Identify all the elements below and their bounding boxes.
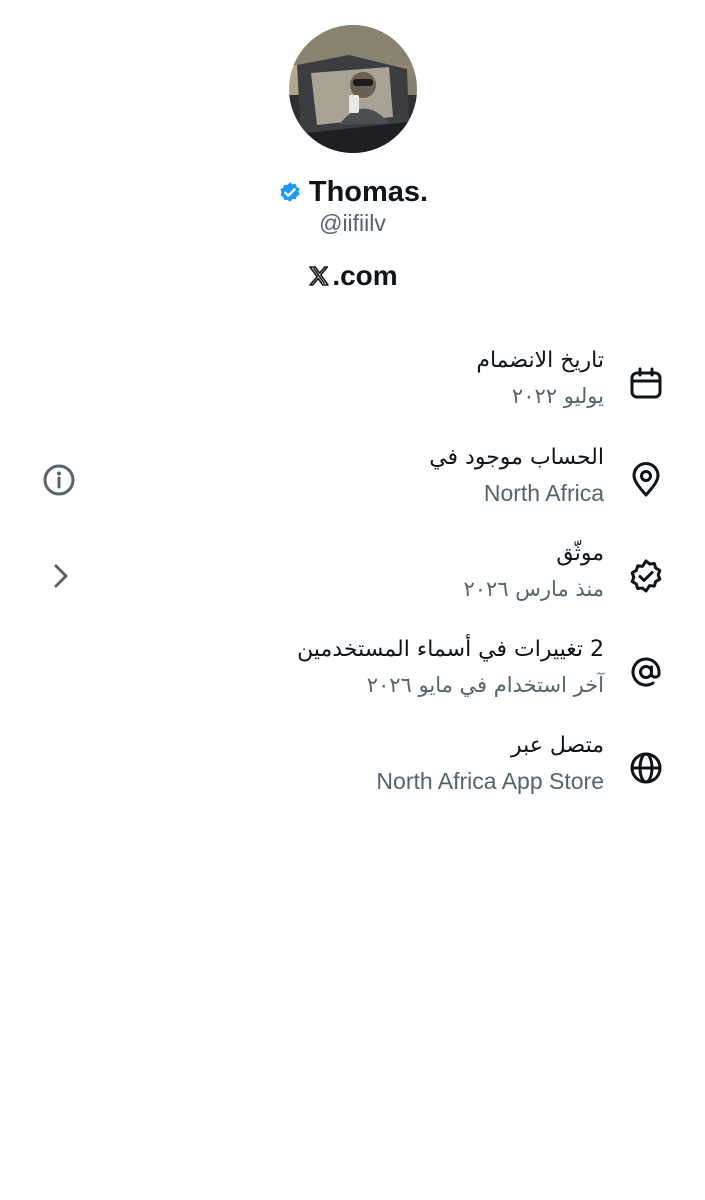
avatar-photo xyxy=(289,25,417,153)
connected-via-title: متصل عبر xyxy=(510,733,604,758)
website-link[interactable]: .com xyxy=(0,256,705,296)
x-logo-icon xyxy=(307,264,331,288)
about-row-joined: تاريخ الانضمام يوليو ٢٠٢٢ xyxy=(0,344,705,424)
location-pin-icon xyxy=(627,461,665,499)
username-handle: @iifiilv xyxy=(319,210,386,236)
joined-title: تاريخ الانضمام xyxy=(476,348,604,373)
globe-icon xyxy=(627,749,665,787)
location-title: الحساب موجود في xyxy=(429,445,604,470)
verified-title: موثّق xyxy=(556,541,604,566)
verified-check-icon xyxy=(627,557,665,595)
profile-avatar[interactable] xyxy=(289,25,417,153)
location-value: North Africa xyxy=(483,480,604,506)
at-sign-icon xyxy=(627,653,665,691)
connected-via-value: North Africa App Store xyxy=(376,768,604,794)
username-changes-title: 2 تغييرات في أسماء المستخدمين xyxy=(297,637,604,662)
about-row-username-changes: 2 تغييرات في أسماء المستخدمين آخر استخدا… xyxy=(0,633,705,713)
about-row-location: الحساب موجود في North Africa xyxy=(0,441,705,521)
chevron-right-icon[interactable] xyxy=(42,557,80,595)
calendar-icon xyxy=(627,364,665,402)
about-row-verified[interactable]: موثّق منذ مارس ٢٠٢٦ xyxy=(0,537,705,617)
info-icon[interactable] xyxy=(40,461,78,499)
joined-date: يوليو ٢٠٢٢ xyxy=(511,384,604,408)
name-row: Thomas. xyxy=(0,172,705,212)
about-row-connected-via: متصل عبر North Africa App Store xyxy=(0,729,705,809)
verified-since: منذ مارس ٢٠٢٦ xyxy=(463,577,604,601)
verified-badge-icon xyxy=(277,179,303,205)
display-name: Thomas. xyxy=(308,175,429,208)
username-changes-last: آخر استخدام في مايو ٢٠٢٦ xyxy=(366,673,604,697)
website-text: .com xyxy=(332,260,398,291)
